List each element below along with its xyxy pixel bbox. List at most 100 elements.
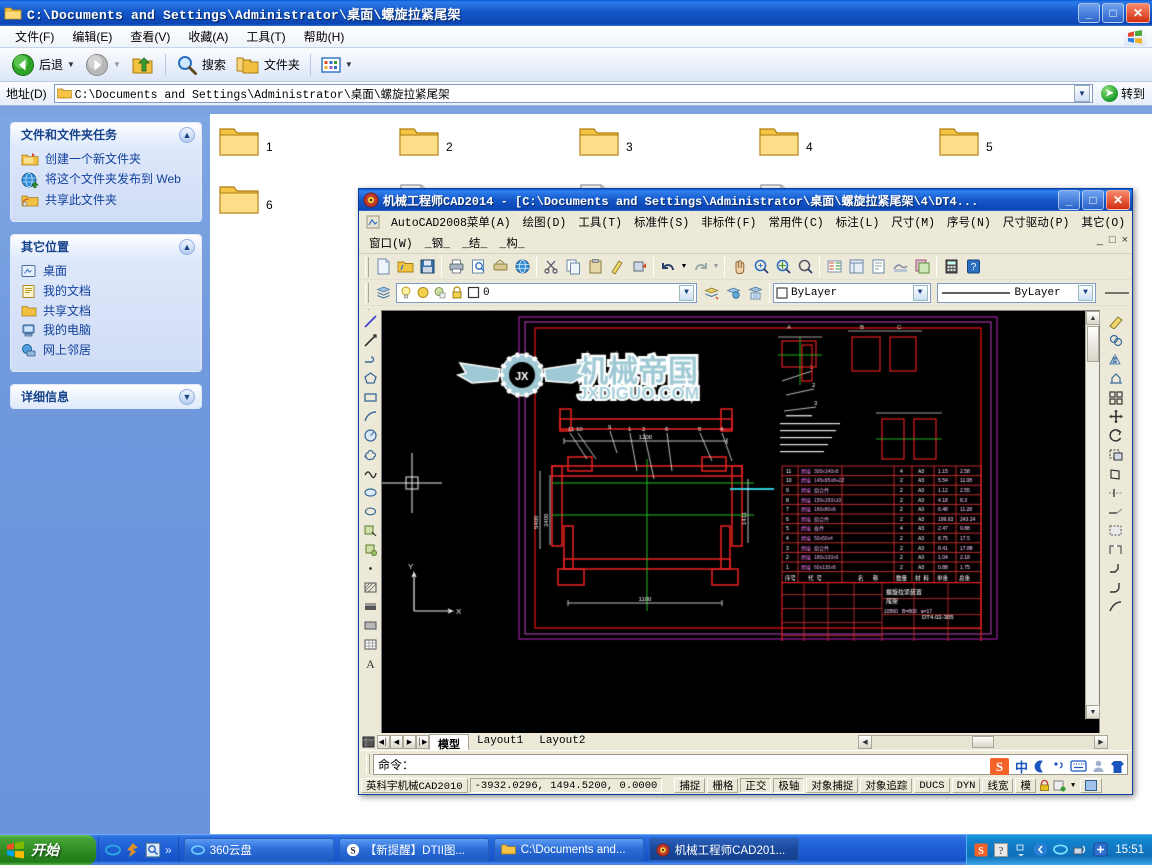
windows-flag-icon[interactable] — [1124, 27, 1146, 46]
color-combo[interactable]: ByLayer ▼ — [773, 283, 931, 303]
360-icon[interactable] — [105, 842, 121, 858]
polygon-tool-button[interactable] — [360, 369, 380, 388]
cad-close-button[interactable]: ✕ — [1106, 190, 1130, 210]
cad-menu-annotation[interactable]: 标注(L) — [830, 213, 886, 231]
linetype-dropdown-icon[interactable]: ▼ — [1078, 285, 1093, 301]
punctuation-icon[interactable] — [1052, 759, 1065, 774]
zoom-previous-button[interactable] — [794, 256, 816, 278]
tab-next-button[interactable]: ▶ — [403, 735, 416, 749]
scale-button[interactable] — [1106, 445, 1126, 464]
forward-dropdown-icon[interactable]: ▼ — [113, 60, 121, 69]
sun-icon[interactable] — [416, 285, 430, 300]
join-button[interactable] — [1106, 540, 1126, 559]
freeze-icon[interactable] — [433, 285, 447, 300]
cad-menu-nonstandard-parts[interactable]: 非标件(F) — [695, 213, 762, 231]
text-tool-button[interactable]: A — [360, 654, 380, 673]
sidebar-item-share-folder[interactable]: 共享此文件夹 — [21, 193, 193, 208]
status-toggle-grid[interactable]: 栅格 — [707, 778, 738, 793]
address-input[interactable]: C:\Documents and Settings\Administrator\… — [54, 84, 1093, 103]
color-swatch-icon[interactable] — [467, 286, 480, 299]
taskbar-item-cad[interactable]: 机械工程师CAD201... — [649, 838, 799, 861]
sidebar-item-publish-web[interactable]: 将这个文件夹发布到 Web — [21, 172, 193, 188]
publish-web-button[interactable] — [511, 256, 533, 278]
array-button[interactable] — [1106, 388, 1126, 407]
erase-button[interactable] — [1106, 312, 1126, 331]
layer-previous-button[interactable] — [700, 282, 722, 304]
chevron-down-icon[interactable]: ▼ — [179, 389, 195, 405]
toolbar-grip[interactable] — [365, 283, 369, 303]
polyline-tool-button[interactable] — [360, 350, 380, 369]
fillet-button[interactable] — [1106, 578, 1126, 597]
tab-model[interactable]: 模型 — [429, 734, 469, 750]
views-dropdown-icon[interactable]: ▼ — [345, 60, 353, 69]
taskbar-clock[interactable]: 15:51 — [1113, 844, 1146, 856]
undo-dropdown-icon[interactable]: ▼ — [679, 256, 689, 278]
match-properties-button[interactable] — [606, 256, 628, 278]
taskbar-item-sogou-news[interactable]: S 【新提醒】DTII图... — [339, 838, 489, 861]
network-tray-icon[interactable] — [1073, 842, 1088, 857]
lock-status-icon[interactable] — [1038, 779, 1051, 792]
layer-dropdown-icon[interactable]: ▼ — [679, 285, 694, 301]
region-tool-button[interactable] — [360, 616, 380, 635]
cad-menu-draw[interactable]: 绘图(D) — [517, 213, 573, 231]
toolbar-grip[interactable] — [365, 257, 369, 277]
make-block-button[interactable] — [360, 540, 380, 559]
keyboard-icon[interactable] — [1070, 759, 1087, 773]
cad-minimize-button[interactable]: _ — [1058, 190, 1080, 210]
user-icon[interactable] — [1092, 759, 1105, 774]
circle-tool-button[interactable] — [360, 426, 380, 445]
ime-mode-chinese[interactable]: 中 — [1015, 757, 1028, 776]
scroll-up-arrow[interactable]: ▲ — [1086, 311, 1100, 325]
back-dropdown-icon[interactable]: ▼ — [67, 60, 75, 69]
scroll-left-arrow[interactable]: ◀ — [858, 735, 872, 749]
cad-menu-dimension-drive[interactable]: 尺寸驱动(P) — [997, 213, 1076, 231]
sidebar-item-new-folder[interactable]: 创建一个新文件夹 — [21, 152, 193, 167]
menu-view[interactable]: 查看(V) — [121, 26, 179, 47]
status-more-icon[interactable]: ▼ — [1068, 782, 1078, 790]
list-item[interactable]: 5 — [938, 120, 1118, 178]
menu-help[interactable]: 帮助(H) — [295, 26, 354, 47]
thunder-icon[interactable] — [125, 842, 141, 858]
move-button[interactable] — [1106, 407, 1126, 426]
status-clean-screen-button[interactable] — [1080, 778, 1102, 793]
properties-button[interactable] — [823, 256, 845, 278]
revision-cloud-button[interactable] — [360, 445, 380, 464]
status-toggle-polar[interactable]: 极轴 — [773, 778, 804, 793]
list-item[interactable]: 4 — [758, 120, 938, 178]
chevron-up-icon[interactable]: ▲ — [179, 239, 195, 255]
minimize-button[interactable]: _ — [1078, 3, 1100, 23]
status-toggle-ducs[interactable]: DUCS — [914, 778, 949, 793]
status-toggle-model[interactable]: 模 — [1015, 778, 1036, 793]
sidebar-item-my-computer[interactable]: 我的电脑 — [21, 323, 193, 338]
menu-tools[interactable]: 工具(T) — [237, 26, 294, 47]
layer-combo[interactable]: 0 ▼ — [396, 283, 697, 303]
ray-tool-button[interactable] — [360, 331, 380, 350]
zoom-realtime-button[interactable] — [750, 256, 772, 278]
sidebar-item-desktop[interactable]: 桌面 — [21, 264, 193, 279]
folders-button[interactable]: 文件夹 — [231, 52, 305, 78]
mirror-button[interactable] — [1106, 350, 1126, 369]
taskbar-item-explorer[interactable]: C:\Documents and... — [494, 838, 644, 861]
arc-tool-button[interactable] — [360, 407, 380, 426]
rotate-button[interactable] — [1106, 426, 1126, 445]
redo-button[interactable] — [689, 256, 711, 278]
lineweight-combo[interactable] — [1102, 283, 1132, 303]
antivirus-tray-icon[interactable] — [1093, 842, 1108, 857]
sidebar-item-network[interactable]: 网上邻居 — [21, 343, 193, 358]
block-button[interactable] — [628, 256, 650, 278]
layer-state-button[interactable] — [722, 282, 744, 304]
ellipse-arc-button[interactable] — [360, 502, 380, 521]
sogou-tray-icon[interactable]: S — [973, 842, 988, 857]
maximize-button[interactable]: □ — [1102, 3, 1124, 23]
up-button[interactable] — [126, 52, 160, 78]
chevron-up-icon[interactable]: ▲ — [179, 127, 195, 143]
offset-button[interactable] — [1106, 369, 1126, 388]
cad-drawing-canvas[interactable]: ▲ ▼ — [381, 310, 1100, 734]
command-input[interactable]: 命令： S 中 — [373, 754, 1128, 775]
mdi-minimize-button[interactable]: _ — [1097, 234, 1103, 246]
spline-tool-button[interactable] — [360, 464, 380, 483]
explode-button[interactable] — [1106, 597, 1126, 616]
help-button[interactable]: ? — [962, 256, 984, 278]
plot-button[interactable] — [489, 256, 511, 278]
external-reference-button[interactable] — [889, 256, 911, 278]
